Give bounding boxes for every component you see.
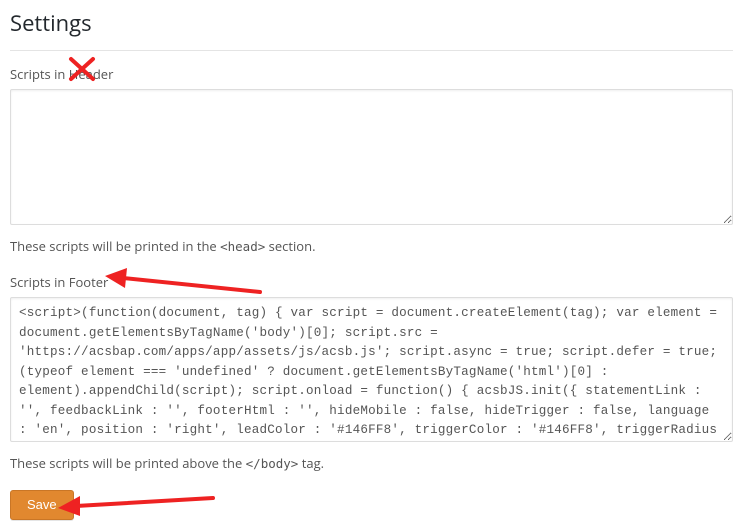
page-title: Settings: [10, 8, 733, 38]
footer-scripts-help: These scripts will be printed above the …: [10, 454, 733, 472]
arrow-to-save-icon: [58, 492, 218, 518]
divider: [10, 50, 733, 51]
footer-scripts-label: Scripts in Footer: [10, 273, 733, 291]
header-scripts-label: Scripts in Header: [10, 65, 733, 83]
header-scripts-textarea[interactable]: [10, 89, 733, 225]
header-scripts-help: These scripts will be printed in the <he…: [10, 237, 733, 255]
save-button[interactable]: Save: [10, 490, 74, 520]
footer-scripts-textarea[interactable]: [10, 297, 733, 442]
